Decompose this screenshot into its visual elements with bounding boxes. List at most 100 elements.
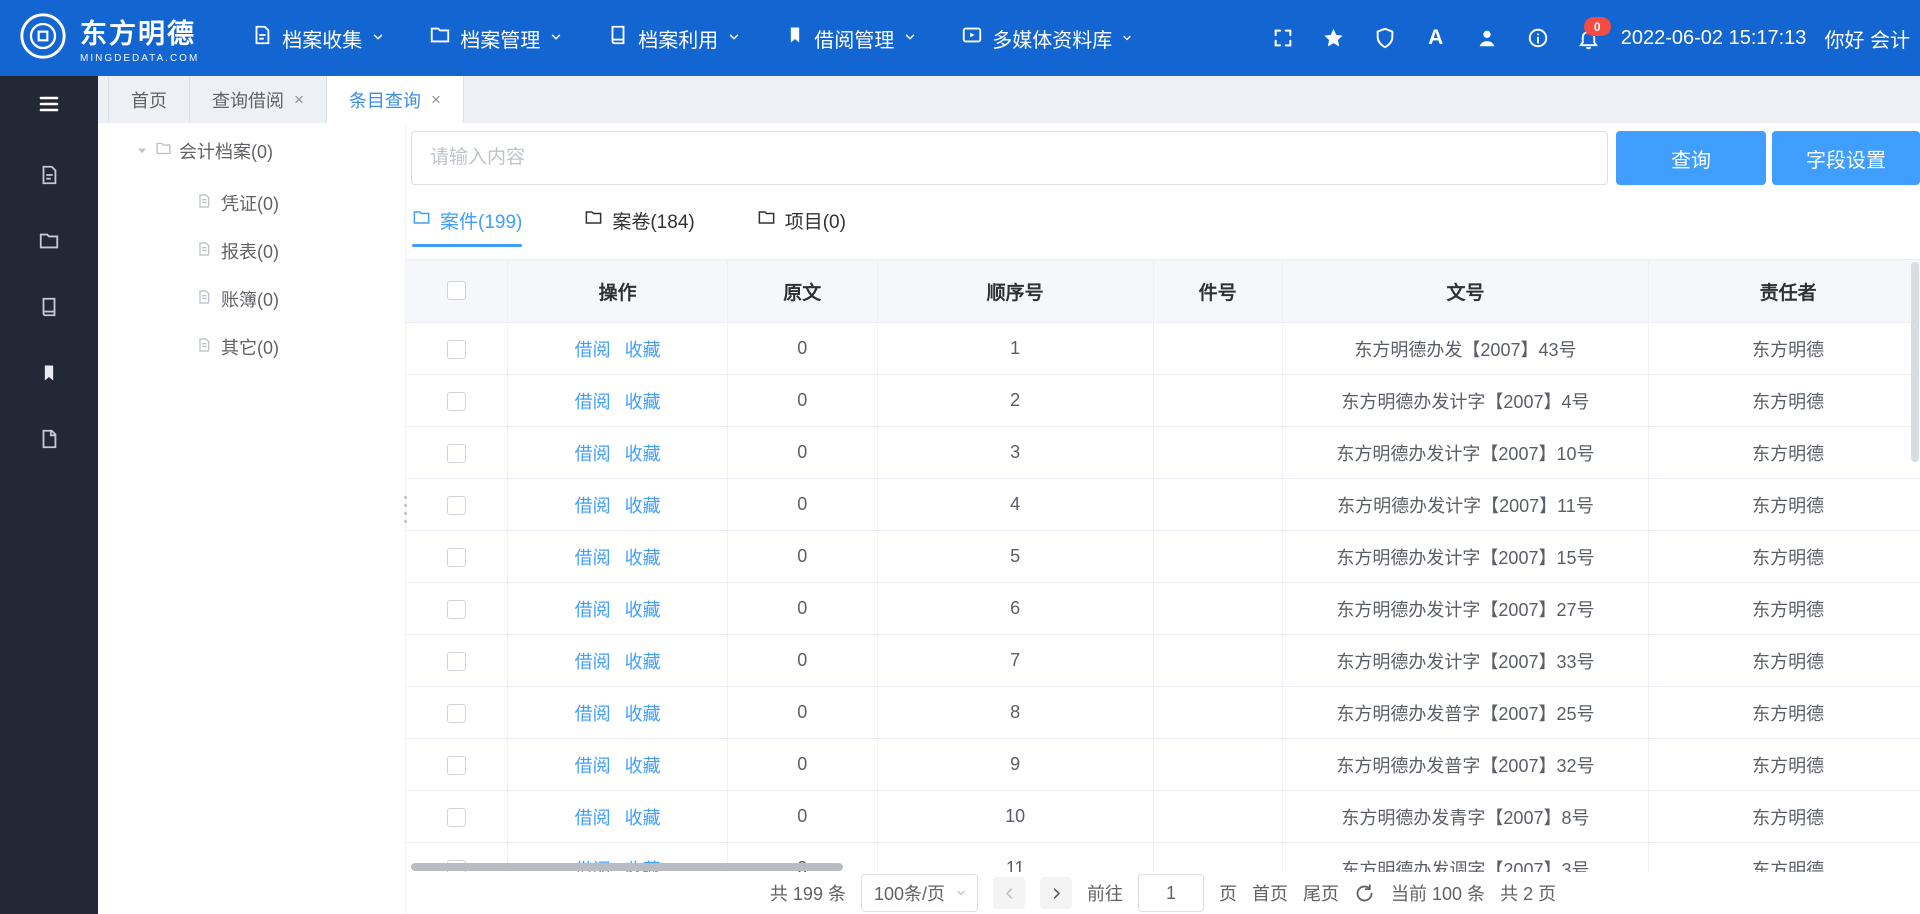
tab-entry-query[interactable]: 条目查询 × xyxy=(327,76,464,123)
tree-item[interactable]: 报表(0) xyxy=(98,227,405,275)
header-select xyxy=(406,260,508,323)
vertical-scrollbar-thumb[interactable] xyxy=(1911,262,1919,462)
cell-item-no xyxy=(1153,427,1282,479)
tab-query-borrow[interactable]: 查询借阅 × xyxy=(190,76,327,123)
menu-media-library[interactable]: 多媒体资料库 xyxy=(961,24,1133,53)
tab-home[interactable]: 首页 xyxy=(108,76,190,123)
table-body: 借阅收藏01东方明德办发【2007】43号东方明德关于召开北京东方明德第三次全借… xyxy=(406,323,1920,895)
last-page-button[interactable]: 尾页 xyxy=(1303,880,1339,906)
favorite-link[interactable]: 收藏 xyxy=(625,340,661,360)
favorite-link[interactable]: 收藏 xyxy=(625,756,661,776)
borrow-link[interactable]: 借阅 xyxy=(575,548,611,568)
cell-actions: 借阅收藏 xyxy=(508,791,728,843)
borrow-link[interactable]: 借阅 xyxy=(575,704,611,724)
row-checkbox[interactable] xyxy=(447,808,466,827)
tree-item[interactable]: 凭证(0) xyxy=(98,179,405,227)
window-tab-strip: 首页 查询借阅 × 条目查询 × xyxy=(98,76,1920,123)
row-checkbox[interactable] xyxy=(447,392,466,411)
tree-item[interactable]: 账簿(0) xyxy=(98,275,405,323)
row-checkbox[interactable] xyxy=(447,600,466,619)
hamburger-menu-icon[interactable] xyxy=(37,92,61,116)
tab-projects[interactable]: 项目(0) xyxy=(757,207,846,247)
borrow-link[interactable]: 借阅 xyxy=(575,392,611,412)
cell-author: 东方明德 xyxy=(1649,687,1920,739)
result-tabs: 案件(199) 案卷(184) 项目(0) xyxy=(406,185,1920,247)
prev-page-button[interactable] xyxy=(993,877,1025,909)
cell-select xyxy=(406,791,508,843)
menu-borrow-manage[interactable]: 借阅管理 xyxy=(785,24,917,53)
row-checkbox[interactable] xyxy=(447,704,466,723)
shield-icon[interactable] xyxy=(1373,26,1397,50)
borrow-link[interactable]: 借阅 xyxy=(575,756,611,776)
cell-doc-no: 东方明德办发计字【2007】27号 xyxy=(1282,583,1649,635)
row-checkbox[interactable] xyxy=(447,340,466,359)
panel-splitter-handle[interactable] xyxy=(400,478,410,540)
borrow-link[interactable]: 借阅 xyxy=(575,808,611,828)
next-page-button[interactable] xyxy=(1040,877,1072,909)
horizontal-scrollbar[interactable] xyxy=(406,862,1920,872)
menu-archive-use[interactable]: 档案利用 xyxy=(607,24,741,53)
bell-icon[interactable]: 0 xyxy=(1577,26,1601,50)
cell-original: 0 xyxy=(727,375,877,427)
tab-label: 条目查询 xyxy=(349,87,421,113)
borrow-link[interactable]: 借阅 xyxy=(575,600,611,620)
row-checkbox[interactable] xyxy=(447,496,466,515)
rail-document-icon[interactable] xyxy=(37,163,61,187)
favorite-link[interactable]: 收藏 xyxy=(625,652,661,672)
book-icon xyxy=(607,24,629,52)
star-icon[interactable] xyxy=(1322,26,1346,50)
fullscreen-icon[interactable] xyxy=(1271,26,1295,50)
borrow-link[interactable]: 借阅 xyxy=(575,444,611,464)
borrow-link[interactable]: 借阅 xyxy=(575,340,611,360)
tree-item-label: 其它(0) xyxy=(221,334,279,360)
cell-actions: 借阅收藏 xyxy=(508,427,728,479)
search-input[interactable] xyxy=(411,131,1608,185)
close-icon[interactable]: × xyxy=(294,91,304,108)
favorite-link[interactable]: 收藏 xyxy=(625,392,661,412)
favorite-link[interactable]: 收藏 xyxy=(625,496,661,516)
tree-root-accounting-archive[interactable]: 会计档案(0) xyxy=(98,131,405,171)
borrow-link[interactable]: 借阅 xyxy=(575,652,611,672)
rail-book-icon[interactable] xyxy=(37,295,61,319)
rail-file-icon[interactable] xyxy=(37,427,61,451)
select-all-checkbox[interactable] xyxy=(447,281,466,300)
favorite-link[interactable]: 收藏 xyxy=(625,444,661,464)
font-size-icon[interactable]: A xyxy=(1424,26,1448,50)
table-row: 借阅收藏07东方明德办发计字【2007】33号东方明德关于开展北京东方明德行政事… xyxy=(406,635,1920,687)
cell-select xyxy=(406,323,508,375)
tree-item[interactable]: 其它(0) xyxy=(98,323,405,371)
favorite-link[interactable]: 收藏 xyxy=(625,704,661,724)
menu-archive-collect[interactable]: 档案收集 xyxy=(251,24,385,53)
row-checkbox[interactable] xyxy=(447,756,466,775)
page-size-select[interactable]: 100条/页 xyxy=(861,874,978,912)
cell-select xyxy=(406,531,508,583)
menu-archive-manage[interactable]: 档案管理 xyxy=(429,24,563,53)
cell-select xyxy=(406,635,508,687)
folder-icon xyxy=(412,208,431,233)
row-checkbox[interactable] xyxy=(447,444,466,463)
row-checkbox[interactable] xyxy=(447,548,466,567)
row-checkbox[interactable] xyxy=(447,652,466,671)
cell-original: 0 xyxy=(727,479,877,531)
borrow-link[interactable]: 借阅 xyxy=(575,496,611,516)
user-icon[interactable] xyxy=(1475,26,1499,50)
tab-files[interactable]: 案卷(184) xyxy=(584,207,694,247)
query-button[interactable]: 查询 xyxy=(1616,131,1766,185)
rail-folder-icon[interactable] xyxy=(37,229,61,253)
cell-item-no xyxy=(1153,739,1282,791)
tab-cases[interactable]: 案件(199) xyxy=(412,207,522,247)
folder-icon xyxy=(429,24,451,52)
cell-seq: 4 xyxy=(877,479,1153,531)
close-icon[interactable]: × xyxy=(431,91,441,108)
info-icon[interactable] xyxy=(1526,26,1550,50)
first-page-button[interactable]: 首页 xyxy=(1252,880,1288,906)
field-settings-button[interactable]: 字段设置 xyxy=(1772,131,1920,185)
rail-bookmark-icon[interactable] xyxy=(37,361,61,385)
favorite-link[interactable]: 收藏 xyxy=(625,808,661,828)
favorite-link[interactable]: 收藏 xyxy=(625,600,661,620)
page-number-input[interactable] xyxy=(1138,874,1204,912)
horizontal-scrollbar-thumb[interactable] xyxy=(411,863,843,871)
refresh-icon[interactable] xyxy=(1354,882,1376,904)
goto-label: 前往 xyxy=(1087,880,1123,906)
favorite-link[interactable]: 收藏 xyxy=(625,548,661,568)
